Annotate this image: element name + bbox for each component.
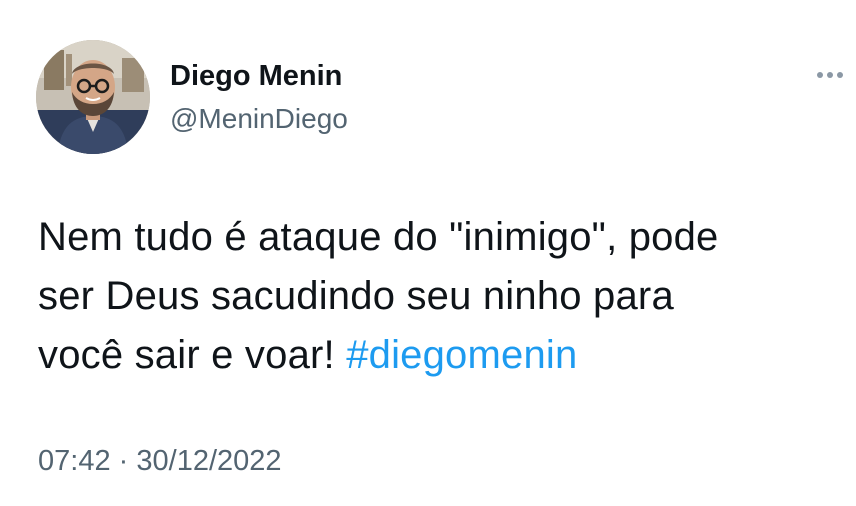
avatar-photo (36, 40, 150, 154)
tweet-text-line-3: você sair e voar! (38, 333, 335, 377)
tweet-timestamp: 07:42 · 30/12/2022 (38, 441, 282, 481)
author-avatar[interactable] (36, 40, 150, 154)
tweet-text-line-1: Nem tudo é ataque do "inimigo", pode (38, 215, 719, 259)
tweet-card: Diego Menin @MeninDiego Nem tudo é ataqu… (0, 0, 856, 506)
tweet-text-line-2: ser Deus sacudindo seu ninho para (38, 274, 674, 318)
tweet-text: Nem tudo é ataque do "inimigo", pode ser… (38, 208, 838, 385)
author-handle[interactable]: @MeninDiego (170, 101, 348, 137)
hashtag-link[interactable]: #diegomenin (346, 333, 577, 377)
tweet-time[interactable]: 07:42 (38, 445, 111, 477)
timestamp-separator: · (118, 445, 129, 477)
more-options-icon[interactable] (812, 60, 848, 90)
tweet-date[interactable]: 30/12/2022 (136, 445, 281, 477)
author-display-name[interactable]: Diego Menin (170, 58, 342, 94)
